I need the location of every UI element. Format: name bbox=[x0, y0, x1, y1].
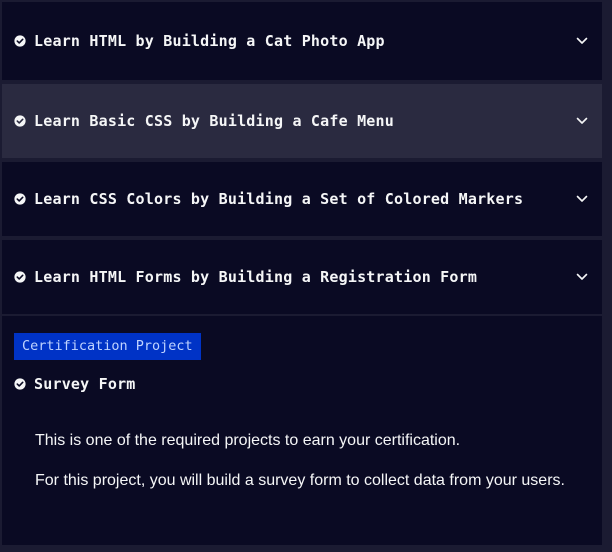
chevron-down-icon[interactable] bbox=[576, 273, 588, 281]
check-circle-icon bbox=[14, 378, 26, 390]
lesson-title: Learn HTML Forms by Building a Registrat… bbox=[34, 268, 478, 286]
project-description-1: This is one of the required projects to … bbox=[35, 432, 461, 449]
certification-project-badge: Certification Project bbox=[14, 333, 201, 360]
chevron-down-icon[interactable] bbox=[576, 37, 588, 45]
lesson-toggle-4[interactable]: Learn HTML Forms by Building a Registrat… bbox=[2, 240, 602, 314]
lesson-title: Learn CSS Colors by Building a Set of Co… bbox=[34, 190, 524, 208]
lesson-panel-1: Learn HTML by Building a Cat Photo App bbox=[2, 2, 602, 80]
check-circle-icon bbox=[14, 271, 26, 283]
check-circle-icon bbox=[14, 35, 26, 47]
lesson-toggle-3[interactable]: Learn CSS Colors by Building a Set of Co… bbox=[2, 162, 602, 236]
check-circle-icon bbox=[14, 115, 26, 127]
chevron-down-icon[interactable] bbox=[576, 195, 588, 203]
check-circle-icon bbox=[14, 193, 26, 205]
lesson-title: Learn HTML by Building a Cat Photo App bbox=[34, 32, 385, 50]
lesson-panel-3: Learn CSS Colors by Building a Set of Co… bbox=[2, 162, 602, 236]
project-description-2: For this project, you will build a surve… bbox=[35, 472, 565, 489]
lesson-panel-4: Learn HTML Forms by Building a Registrat… bbox=[2, 240, 602, 314]
survey-form-link[interactable]: Survey Form bbox=[14, 374, 136, 394]
lesson-panel-2: Learn Basic CSS by Building a Cafe Menu bbox=[2, 84, 602, 158]
lesson-toggle-2[interactable]: Learn Basic CSS by Building a Cafe Menu bbox=[2, 84, 602, 158]
lesson-toggle-1[interactable]: Learn HTML by Building a Cat Photo App bbox=[2, 2, 602, 80]
chevron-down-icon[interactable] bbox=[576, 117, 588, 125]
lesson-title: Learn Basic CSS by Building a Cafe Menu bbox=[34, 112, 394, 130]
project-title: Survey Form bbox=[34, 375, 136, 393]
